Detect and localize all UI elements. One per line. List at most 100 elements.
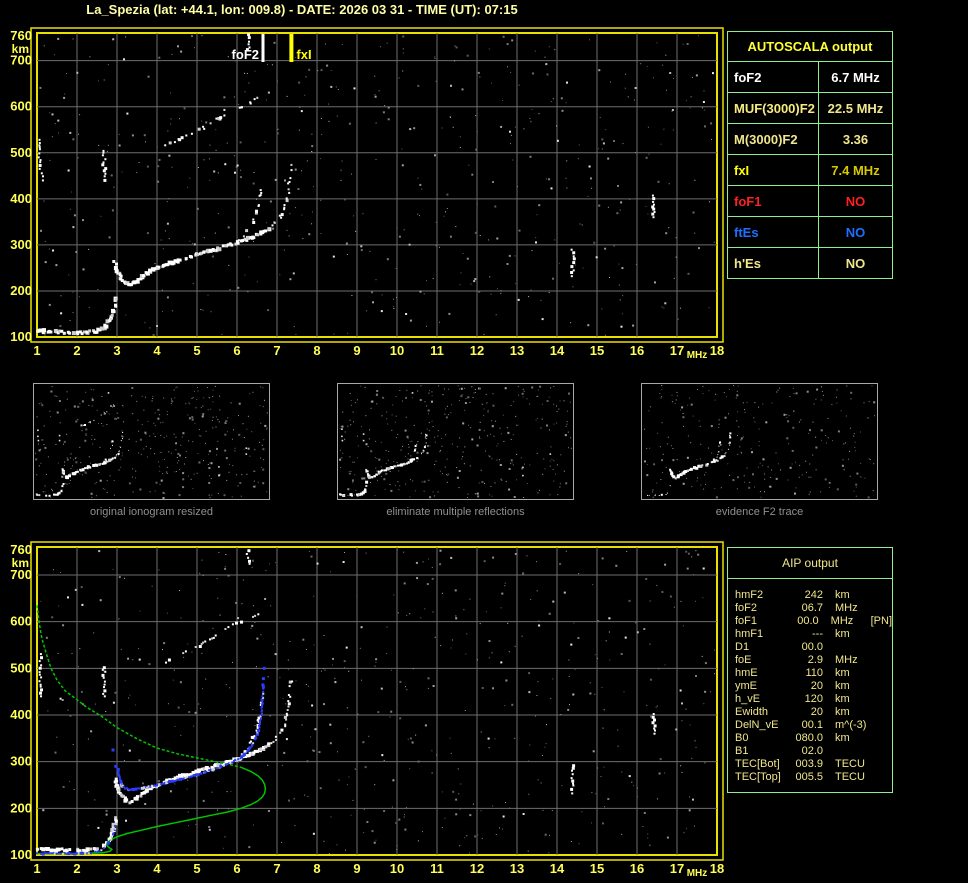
svg-text:14: 14	[550, 343, 565, 358]
svg-text:3: 3	[113, 861, 120, 876]
aip-label: D1	[735, 641, 750, 653]
svg-text:1: 1	[33, 343, 40, 358]
svg-text:17: 17	[670, 861, 684, 876]
aip-label: ymE	[735, 680, 757, 692]
autoscala-table-title: AUTOSCALA output	[728, 32, 892, 62]
svg-text:2: 2	[73, 343, 80, 358]
aip-value: 005.5	[795, 771, 823, 783]
svg-text:500: 500	[10, 660, 32, 675]
top-ionogram-plot: foF2 fxI760km7006005004003002001001 2 3 4 5 6 7…	[10, 27, 724, 361]
aip-label: hmF1	[735, 628, 764, 640]
aip-label: foF1	[735, 615, 758, 627]
autoscala-table-rows: foF2 6.7 MHz MUF(3000)F2 22.5 MHz M(3000)F2 3…	[728, 62, 892, 278]
aip-label: foF2	[735, 602, 758, 614]
svg-text:2: 2	[73, 861, 80, 876]
autoscala-row-label: foF2	[728, 62, 819, 92]
aip-label: hmE	[735, 667, 758, 679]
aip-unit: km	[835, 693, 850, 705]
aip-value: 00.0	[797, 615, 819, 627]
svg-text:13: 13	[510, 861, 524, 876]
svg-text:400: 400	[10, 707, 32, 722]
aip-value: 00.0	[801, 641, 823, 653]
svg-text:14: 14	[550, 861, 565, 876]
aip-row: Ewidth 20 km	[735, 706, 892, 719]
autoscala-row: h'Es NO	[728, 248, 892, 278]
svg-text:3: 3	[113, 343, 120, 358]
aip-row: TEC[Top] 005.5 TECU	[735, 771, 892, 784]
aip-unit: TECU	[835, 771, 865, 783]
autoscala-app-window: { "title": "La_Spezia (lat: +44.1, lon: …	[0, 0, 968, 883]
svg-text:15: 15	[590, 861, 604, 876]
aip-table-rows: hmF2 242 km foF2 06.7 MHz foF1 00.0 MHz [PN] hmF1 -…	[728, 579, 892, 784]
svg-text:6: 6	[233, 343, 240, 358]
svg-text:100: 100	[10, 847, 32, 862]
svg-text:100: 100	[10, 329, 32, 344]
svg-text:4: 4	[153, 343, 161, 358]
aip-label: TEC[Bot]	[735, 758, 780, 770]
aip-value: 080.0	[795, 732, 823, 744]
svg-text:16: 16	[630, 343, 644, 358]
aip-row: foE 2.9 MHz	[735, 654, 892, 667]
aip-value: ---	[812, 628, 823, 640]
svg-text:8: 8	[313, 343, 320, 358]
aip-row: DelN_vE 00.1 m^(-3)	[735, 719, 892, 732]
panel-caption-evidence: evidence F2 trace	[715, 506, 804, 518]
panel-eliminate-reflections	[337, 383, 574, 500]
aip-label: Ewidth	[735, 706, 769, 718]
aip-unit: km	[835, 628, 850, 640]
autoscala-row-value: NO	[845, 255, 866, 271]
aip-extra: [PN]	[870, 615, 893, 627]
aip-unit	[835, 745, 877, 758]
autoscala-row: ftEs NO	[728, 217, 892, 248]
svg-text:9: 9	[353, 343, 360, 358]
bottom-profile-plot: 760km7006005004003002001001 2 3 4 5 6 7 8 9 10 11 1…	[10, 541, 724, 879]
svg-text:700: 700	[10, 53, 32, 68]
svg-text:760: 760	[10, 542, 32, 557]
autoscala-row: foF2 6.7 MHz	[728, 62, 892, 93]
svg-text:5: 5	[193, 861, 200, 876]
aip-value: 20	[810, 706, 823, 718]
autoscala-row-value: 6.7 MHz	[831, 69, 880, 85]
svg-text:1: 1	[33, 861, 40, 876]
aip-row: h_vE 120 km	[735, 693, 892, 706]
aip-unit: m^(-3)	[835, 719, 867, 731]
svg-text:9: 9	[353, 861, 360, 876]
aip-value: 02.0	[801, 745, 823, 757]
svg-text:16: 16	[630, 861, 644, 876]
panel-original-ionogram-canvas	[35, 385, 268, 499]
svg-text:6: 6	[233, 861, 240, 876]
aip-value: 003.9	[795, 758, 823, 770]
autoscala-row-label: M(3000)F2	[728, 124, 819, 154]
aip-row: TEC[Bot] 003.9 TECU	[735, 758, 892, 771]
aip-row: hmE 110 km	[735, 667, 892, 680]
svg-text:200: 200	[10, 283, 32, 298]
autoscala-row-label: MUF(3000)F2	[728, 93, 819, 123]
autoscala-row: MUF(3000)F2 22.5 MHz	[728, 93, 892, 124]
svg-text:5: 5	[193, 343, 200, 358]
aip-label: TEC[Top]	[735, 771, 781, 783]
aip-row: hmF1 --- km	[735, 628, 892, 641]
aip-value: 120	[804, 693, 823, 705]
aip-value: 110	[805, 667, 823, 679]
svg-text:foF2: foF2	[232, 47, 259, 62]
panel-evidence-f2-canvas	[644, 385, 876, 499]
autoscala-row-value: 7.4 MHz	[831, 162, 880, 178]
svg-text:10: 10	[390, 861, 404, 876]
aip-value: 2.9	[807, 654, 823, 666]
svg-text:18: 18	[710, 861, 724, 876]
aip-unit: km	[835, 680, 850, 692]
svg-text:18: 18	[710, 343, 724, 358]
svg-text:4: 4	[153, 861, 161, 876]
svg-text:11: 11	[430, 861, 444, 876]
aip-label: foE	[735, 654, 752, 666]
aip-row: foF1 00.0 MHz [PN]	[735, 615, 892, 628]
svg-text:15: 15	[590, 343, 604, 358]
autoscala-row-value: NO	[845, 224, 866, 240]
svg-text:760: 760	[10, 28, 32, 43]
autoscala-row-label: fxI	[728, 155, 819, 185]
aip-unit: km	[835, 667, 850, 679]
aip-table-title: AIP output	[728, 548, 892, 579]
svg-text:400: 400	[10, 191, 32, 206]
aip-unit	[835, 641, 877, 654]
panel-original-ionogram	[33, 383, 270, 500]
